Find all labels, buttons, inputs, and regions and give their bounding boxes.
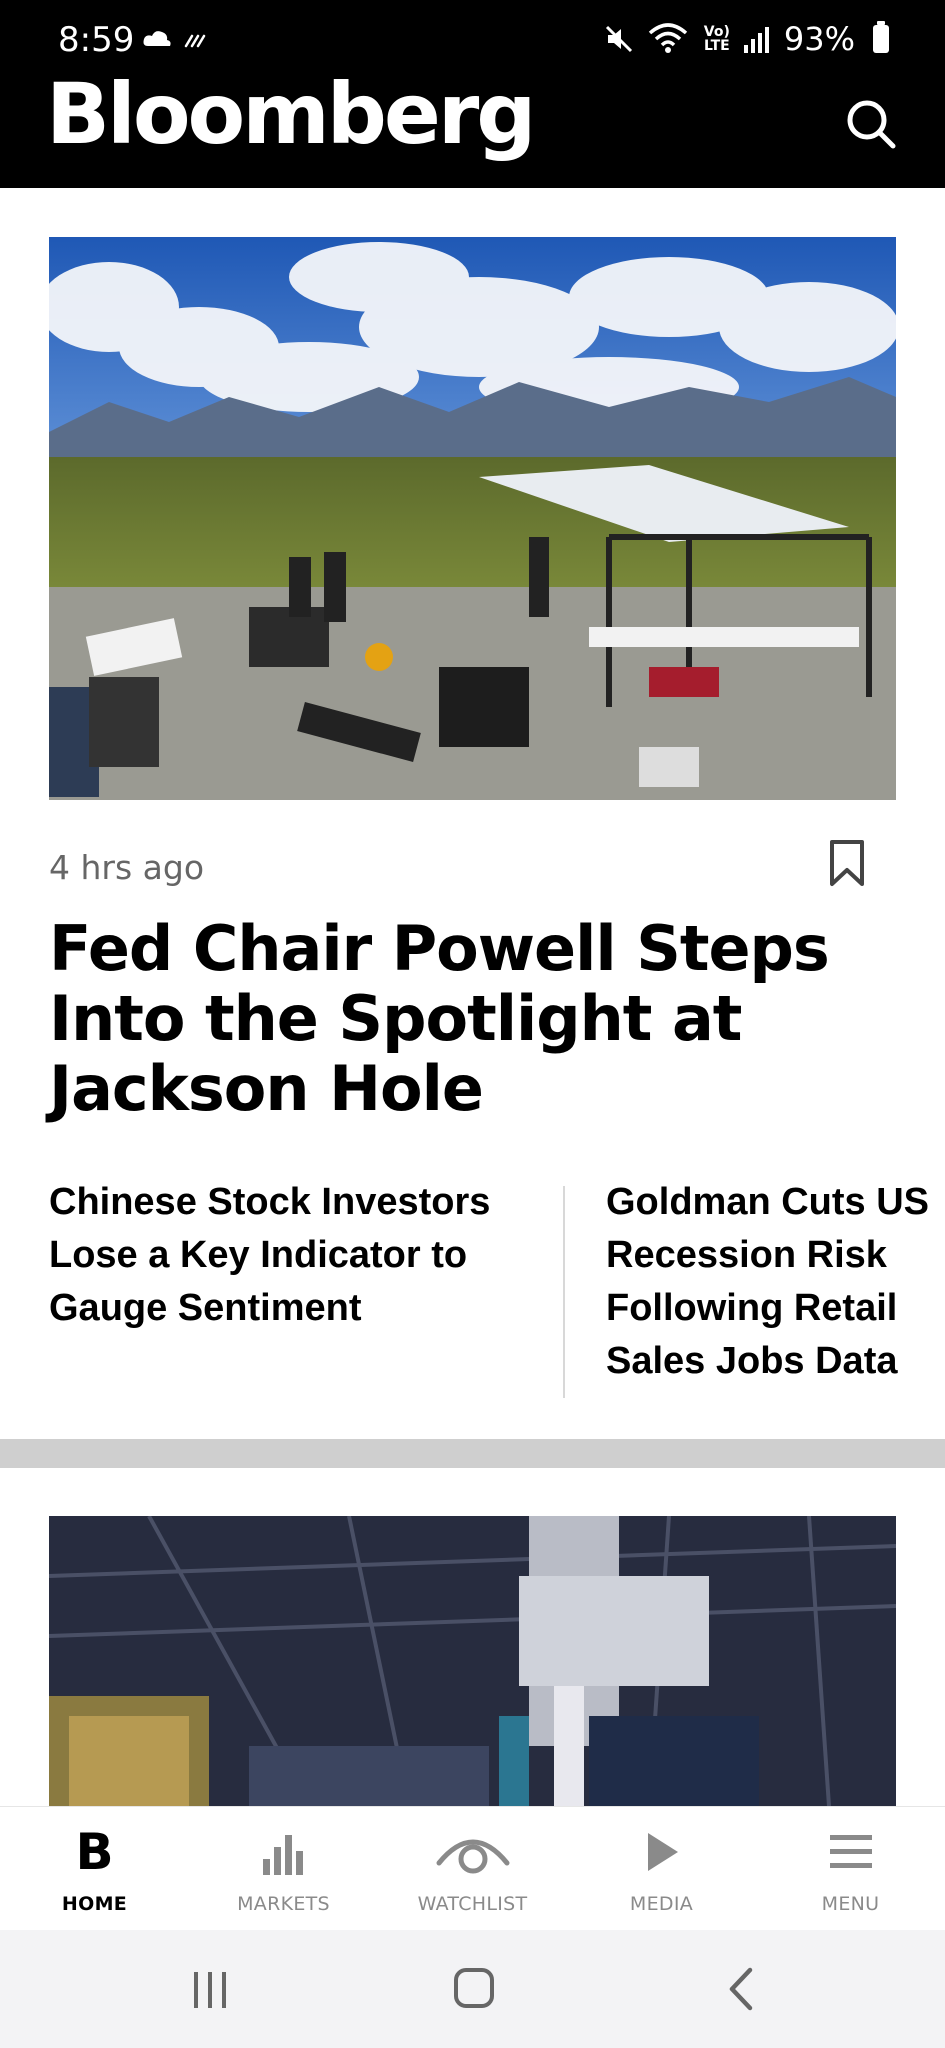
signal-icon xyxy=(743,27,769,53)
hamburger-icon xyxy=(829,1835,872,1868)
related-story-title: Goldman Cuts US Recession Risk Following… xyxy=(606,1181,930,1382)
nav-markets[interactable]: MARKETS xyxy=(189,1807,378,1931)
nav-media[interactable]: MEDIA xyxy=(567,1807,756,1931)
cloud-icon xyxy=(143,31,206,48)
bar-chart-icon xyxy=(262,1835,303,1875)
related-stories: Chinese Stock Investors Lose a Key Indic… xyxy=(0,1176,945,1402)
volte-label: Vo) xyxy=(703,24,730,40)
wifi-icon xyxy=(648,23,687,53)
nav-menu-label: MENU xyxy=(821,1893,880,1915)
related-story-title: Chinese Stock Investors Lose a Key Indic… xyxy=(49,1181,491,1329)
home-b-icon: B xyxy=(75,1823,114,1881)
lead-story-meta: 4 hrs ago xyxy=(49,838,867,898)
brand-logo: Bloomberg xyxy=(46,65,536,163)
status-time: 8:59 xyxy=(58,20,135,60)
lead-story-image[interactable] xyxy=(49,237,896,800)
home-icon[interactable] xyxy=(444,1964,504,2014)
nav-markets-label: MARKETS xyxy=(237,1893,330,1915)
recents-icon[interactable] xyxy=(180,1964,240,2014)
related-stories-divider xyxy=(563,1186,565,1398)
lte-label: LTE xyxy=(703,38,730,54)
nav-watchlist[interactable]: WATCHLIST xyxy=(378,1807,567,1931)
nav-home[interactable]: B HOME xyxy=(0,1807,189,1931)
related-story-1[interactable]: Chinese Stock Investors Lose a Key Indic… xyxy=(49,1176,549,1335)
play-icon xyxy=(647,1833,678,1871)
battery-percent: 93% xyxy=(783,20,855,58)
volte-indicator: Vo) LTE xyxy=(704,25,730,53)
status-left-icons xyxy=(142,26,212,55)
eye-icon xyxy=(436,1839,509,1874)
related-story-2[interactable]: Goldman Cuts US Recession Risk Following… xyxy=(606,1176,945,1388)
story-timestamp: 4 hrs ago xyxy=(49,848,205,887)
nav-home-label: HOME xyxy=(61,1893,128,1915)
app-header: 8:59 Vo) LTE 93% Bloomberg xyxy=(0,0,945,188)
back-icon[interactable] xyxy=(712,1964,772,2014)
lead-story-headline[interactable]: Fed Chair Powell Steps Into the Spotligh… xyxy=(49,914,894,1124)
mute-icon xyxy=(605,25,632,53)
nav-menu[interactable]: MENU xyxy=(756,1807,945,1931)
second-story-image[interactable] xyxy=(49,1516,896,1806)
bookmark-icon[interactable] xyxy=(827,838,867,888)
battery-icon xyxy=(873,21,889,53)
nav-media-label: MEDIA xyxy=(629,1893,694,1915)
search-icon[interactable] xyxy=(843,96,899,152)
bottom-navigation: B HOME MARKETS WATCHLIST MEDIA MENU xyxy=(0,1806,945,1931)
status-right-icons: Vo) LTE 93% xyxy=(604,20,889,58)
system-navigation-bar xyxy=(0,1930,945,2048)
nav-watchlist-label: WATCHLIST xyxy=(417,1893,528,1915)
section-separator xyxy=(0,1439,945,1468)
